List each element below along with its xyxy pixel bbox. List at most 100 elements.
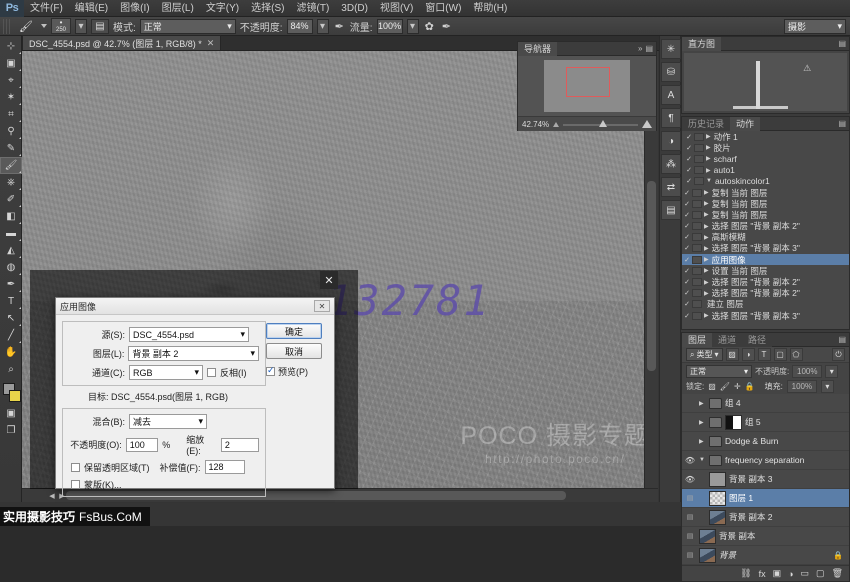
healing-brush-tool[interactable]: ✎ [0,140,22,157]
delete-icon[interactable]: 🗑 [832,568,843,579]
properties-icon[interactable]: ▤ [661,200,681,220]
lasso-tool[interactable]: ⌖ [0,72,22,89]
lock-transparent-icon[interactable]: ▨ [708,382,716,391]
layer-thumbnail[interactable] [699,529,716,544]
zoom-out-icon[interactable] [553,122,559,127]
action-row[interactable]: ✓▶选择 图层 "背景 副本 2" [682,221,849,232]
preserve-transparency-checkbox[interactable] [71,463,80,472]
blur-tool[interactable]: ◭ [0,242,22,259]
workspace-selector[interactable]: 摄影▾ [784,19,846,34]
color-swatches[interactable] [0,381,22,405]
history-brush-tool[interactable]: ✐ [0,191,22,208]
panel-menu-icon[interactable]: ▤ [645,44,653,53]
scale-input[interactable]: 2 [221,438,259,452]
layer-fill-value[interactable]: 100% [787,380,817,393]
layer-row-background-copy-3[interactable]: 👁 背景 副本 3 [682,470,849,489]
clone-stamp-tool[interactable]: ⎈ [0,174,22,191]
flow-stepper[interactable]: ▾ [407,19,419,34]
brush-size-preview[interactable]: • 250 [51,18,71,34]
navigator-zoom-value[interactable]: 42.74% [522,120,549,129]
dodge-tool[interactable]: ◍ [0,259,22,276]
layer-row-background-copy-2[interactable]: ▤ 背景 副本 2 [682,508,849,527]
menu-file[interactable]: 文件(F) [24,0,69,17]
new-layer-icon[interactable]: ▢ [816,568,825,579]
action-row[interactable]: ✓▶复制 当前 图层 [682,187,849,198]
action-row[interactable]: ✓▶复制 当前 图层 [682,198,849,209]
tab-navigator[interactable]: 导航器 [518,42,557,56]
layer-row-group-5[interactable]: ▶ 组 5 [682,413,849,432]
tab-history[interactable]: 历史记录 [682,117,730,131]
pixel-filter-icon[interactable]: ▨ [726,348,739,361]
adjust-slider-icon[interactable]: ⇄ [661,177,681,197]
layer-thumbnail[interactable] [699,548,716,563]
crop-tool[interactable]: ⌗ [0,106,22,123]
options-bar-grip[interactable] [3,19,11,34]
dialog-window-close-button[interactable]: ✕ [320,271,338,289]
action-row[interactable]: ✓▶复制 当前 图层 [682,209,849,220]
action-row[interactable]: ✓▶选择 图层 "背景 副本 3" [682,243,849,254]
hand-tool[interactable]: ✋ [0,344,22,361]
quick-mask-toggle[interactable]: ▣ [0,405,22,422]
action-row[interactable]: ✓▶选择 图层 "背景 副本 2" [682,288,849,299]
apply-image-dialog[interactable]: ✕ 应用图像 ✕ 确定 取消 预览(P) 源(S): DSC_4554.psd▾ [55,297,335,489]
menu-layer[interactable]: 图层(L) [156,0,200,17]
layer-select[interactable]: 背景 副本 2▾ [128,346,259,361]
action-row[interactable]: ✓▶设置 当前 图层 [682,265,849,276]
filter-toggle-icon[interactable]: ⏻ [832,348,845,361]
lock-icon[interactable]: ▤ [684,494,696,502]
tab-actions[interactable]: 动作 [730,117,760,131]
ok-button[interactable]: 确定 [266,323,322,339]
blend-select[interactable]: 减去▾ [129,414,207,429]
adjustments-icon[interactable]: ✳ [661,39,681,59]
panel-menu-icon[interactable]: ▤ [838,39,846,48]
character-icon[interactable]: A [661,85,681,105]
opacity-value[interactable]: 84% [287,19,313,34]
layer-row-frequency-separation[interactable]: 👁 ▼ frequency separation [682,451,849,470]
adjustment-filter-icon[interactable]: ◑ [742,348,755,361]
screen-mode-toggle[interactable]: ❐ [0,422,22,439]
blend-mode-select[interactable]: 正常▾ [140,19,236,34]
panel-menu-icon[interactable]: ▤ [838,335,846,344]
warning-icon[interactable]: ⚠ [803,63,811,74]
fx-icon[interactable]: fx [759,569,766,579]
action-row[interactable]: ✓▶胶片 [682,142,849,153]
document-tab[interactable]: DSC_4554.psd @ 42.7% (图层 1, RGB/8) * ✕ [22,35,221,50]
action-row[interactable]: ✓▶动作 1 [682,131,849,142]
tab-channels[interactable]: 通道 [712,333,742,347]
menu-window[interactable]: 窗口(W) [419,0,467,17]
zoom-in-icon[interactable] [642,120,652,128]
layer-row-background-copy[interactable]: ▤ 背景 副本 [682,527,849,546]
panel-menu-icon[interactable]: ▤ [838,119,846,128]
invert-checkbox[interactable] [207,368,216,377]
action-row[interactable]: ✓▶auto1 [682,165,849,176]
brush-panel-toggle[interactable]: ▾ [75,19,87,34]
lock-icon[interactable]: ▤ [684,551,696,559]
layer-blend-mode-select[interactable]: 正常▾ [686,365,752,378]
airbrush-icon[interactable]: ✿ [423,20,436,33]
layer-thumbnail[interactable] [709,472,726,487]
menu-type[interactable]: 文字(Y) [200,0,245,17]
dialog-title-bar[interactable]: 应用图像 ✕ [56,298,334,315]
action-row[interactable]: ✓▶选择 图层 "背景 副本 3" [682,310,849,321]
link-icon[interactable]: ⛓ [740,568,751,579]
layer-filter-type-select[interactable]: ⌕ 类型 ▾ [686,348,723,361]
brush-tool[interactable]: 🖌 [0,157,22,174]
close-icon[interactable]: ✕ [207,38,215,49]
pen-tool[interactable]: ✒ [0,276,22,293]
type-tool[interactable]: T [0,293,22,310]
navigator-preview[interactable] [518,56,656,116]
action-row[interactable]: ✓ 建立 图层 [682,299,849,310]
shape-filter-icon[interactable]: ▢ [774,348,787,361]
offset-input[interactable]: 128 [205,460,245,474]
tab-layers[interactable]: 图层 [682,333,712,347]
fill-stepper-icon[interactable]: ▾ [821,380,834,393]
mask-icon[interactable]: ▣ [773,568,782,579]
marquee-tool[interactable]: ▣ [0,55,22,72]
opacity-pressure-icon[interactable]: ✒ [333,20,346,33]
zoom-tool[interactable]: ⌕ [0,361,22,378]
scroll-left-icon[interactable]: ◀ [48,492,56,500]
menu-select[interactable]: 选择(S) [245,0,290,17]
shape-tool[interactable]: ╱ [0,327,22,344]
opacity-stepper[interactable]: ▾ [317,19,329,34]
layer-row-group-4[interactable]: ▶ 组 4 [682,394,849,413]
